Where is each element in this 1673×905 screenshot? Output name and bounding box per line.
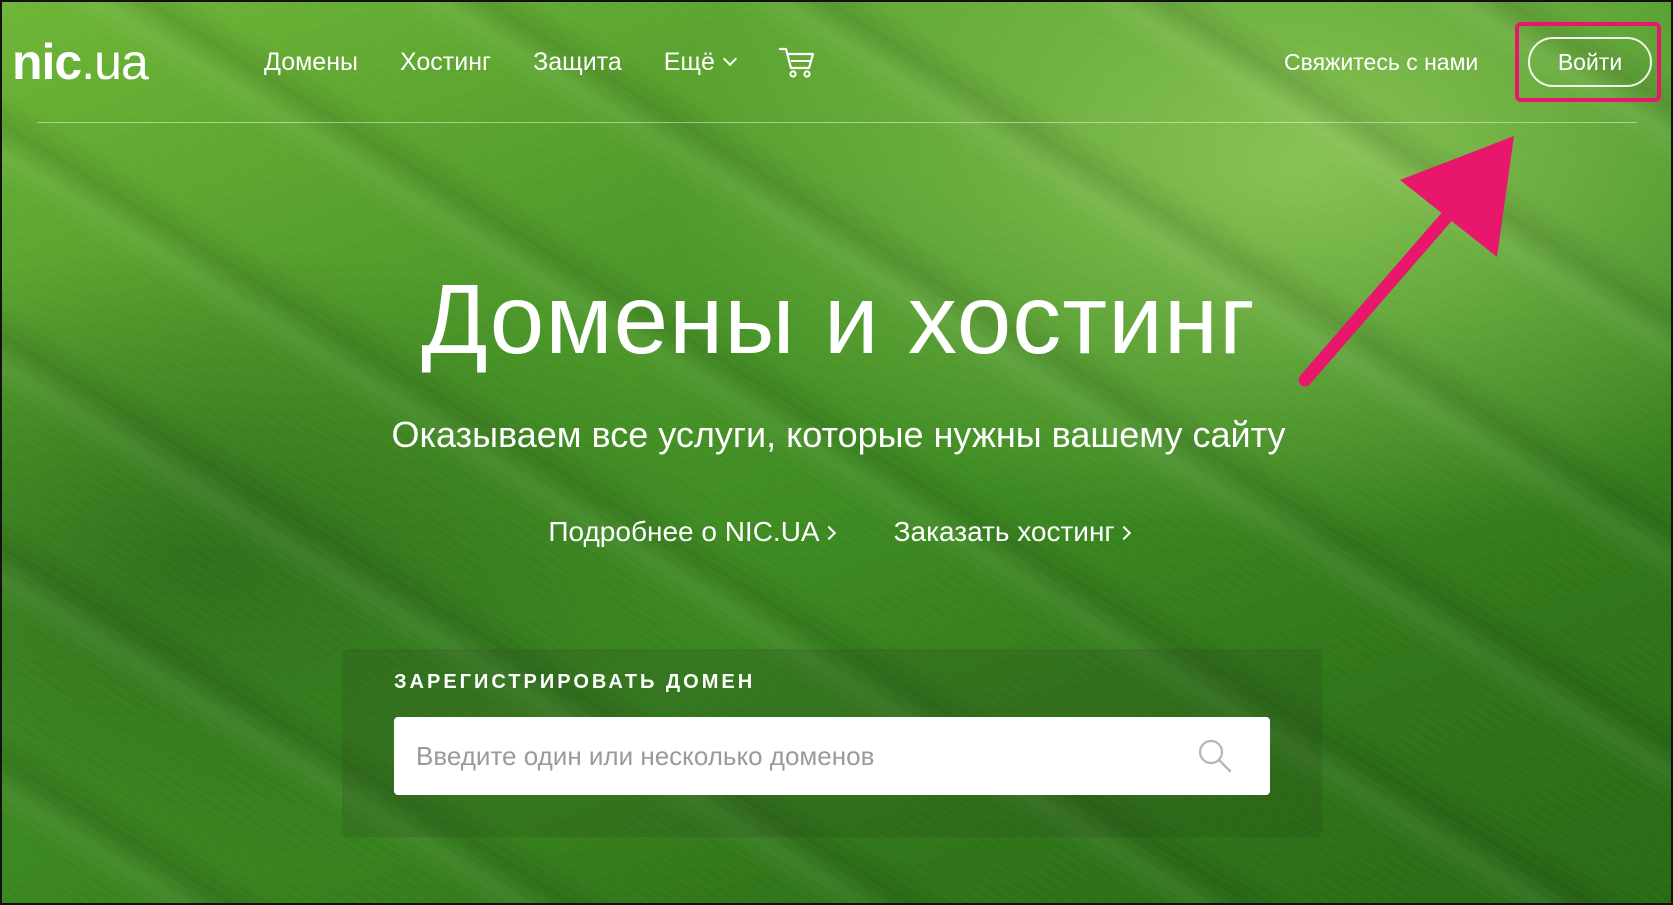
hero-links: Подробнее о NIC.UA Заказать хостинг [2, 512, 1671, 552]
header-divider [37, 122, 1637, 123]
search-box [394, 717, 1270, 795]
nav-item-label: Домены [264, 48, 358, 76]
nav-item-hosting[interactable]: Хостинг [400, 42, 491, 82]
nav-item-domains[interactable]: Домены [264, 42, 358, 82]
domain-search-label: ЗАРЕГИСТРИРОВАТЬ ДОМЕН [394, 671, 756, 693]
nav-item-more[interactable]: Ещё [663, 42, 737, 82]
cart-icon[interactable] [777, 44, 817, 80]
nav-item-label: Защита [533, 48, 622, 76]
about-link[interactable]: Подробнее о NIC.UA [548, 512, 836, 552]
chevron-right-icon [1116, 525, 1131, 541]
logo-light: .ua [81, 34, 149, 90]
hero-subtitle: Оказываем все услуги, которые нужны ваше… [391, 414, 1286, 455]
nav-item-security[interactable]: Защита [533, 42, 622, 82]
page-frame: nic.ua Домены Хостинг Защита Ещё Свяжите… [0, 0, 1673, 905]
domain-search-input[interactable] [394, 717, 1194, 795]
main-nav: Домены Хостинг Защита Ещё [264, 42, 817, 82]
hero-title: Домены и хостинг [421, 264, 1256, 374]
about-link-label: Подробнее о NIC.UA [548, 516, 820, 547]
nav-item-label: Ещё [663, 48, 715, 76]
contact-link[interactable]: Свяжитесь с нами [1284, 42, 1478, 82]
chevron-right-icon [821, 525, 836, 541]
domain-search-panel: ЗАРЕГИСТРИРОВАТЬ ДОМЕН [342, 649, 1322, 837]
order-hosting-link-label: Заказать хостинг [893, 516, 1115, 547]
nav-item-label: Хостинг [399, 48, 492, 76]
site-header: nic.ua Домены Хостинг Защита Ещё Свяжите… [2, 2, 1671, 122]
chevron-down-icon [722, 51, 737, 67]
search-icon[interactable] [1196, 737, 1234, 775]
login-button[interactable]: Войти [1528, 37, 1652, 87]
order-hosting-link[interactable]: Заказать хостинг [893, 512, 1131, 552]
logo-bold: nic [12, 34, 82, 90]
logo[interactable]: nic.ua [12, 32, 149, 92]
